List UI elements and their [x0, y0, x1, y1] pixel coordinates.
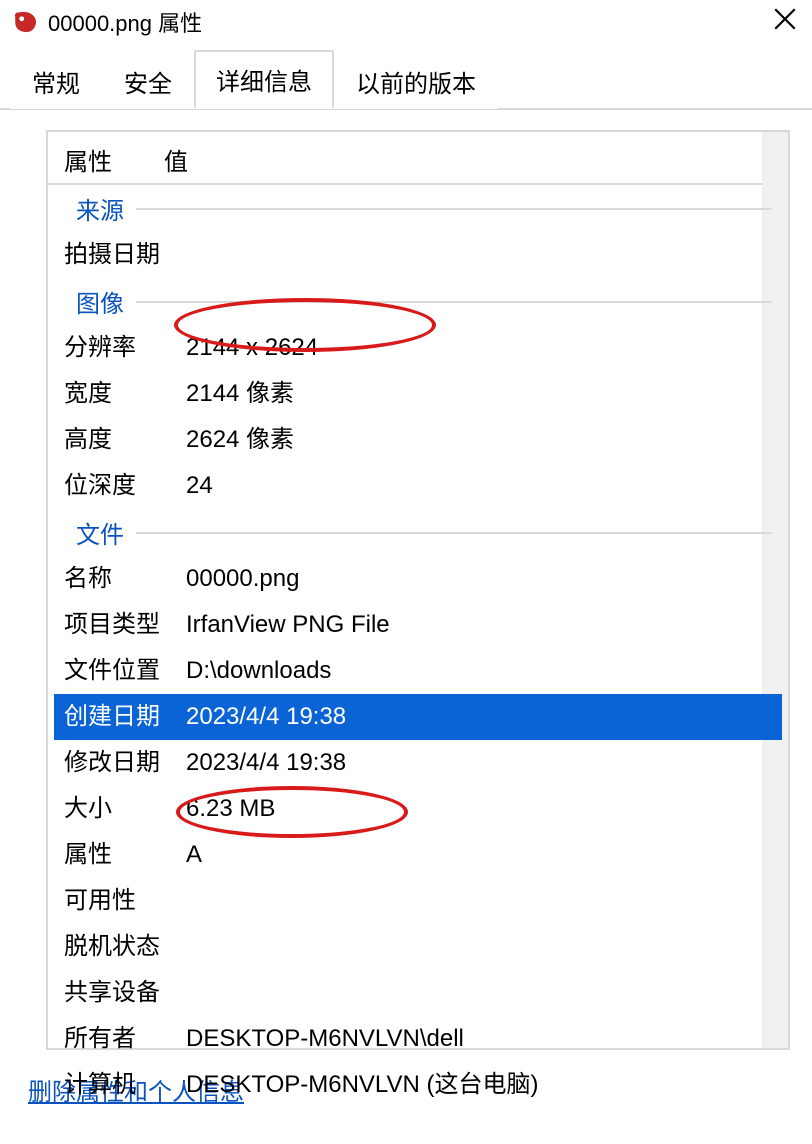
prop-label: 大小 [64, 793, 186, 825]
titlebar: 00000.png 属性 [0, 0, 812, 44]
prop-value [186, 931, 772, 963]
window-title: 00000.png 属性 [48, 6, 756, 38]
group-divider [136, 208, 772, 210]
group-divider [136, 532, 772, 534]
group-header-image: 图像 [48, 278, 788, 325]
prop-value: 2624 像素 [186, 424, 772, 456]
prop-value: 00000.png [186, 563, 772, 595]
row-date-taken[interactable]: 拍摄日期 [48, 232, 788, 278]
prop-value [186, 977, 772, 1009]
row-offline-status[interactable]: 脱机状态 [48, 924, 788, 970]
row-resolution[interactable]: 分辨率 2144 x 2624 [48, 325, 788, 371]
tab-general[interactable]: 常规 [10, 52, 102, 109]
prop-value: IrfanView PNG File [186, 609, 772, 641]
row-date-created[interactable]: 创建日期 2023/4/4 19:38 [54, 694, 782, 740]
prop-label: 位深度 [64, 470, 186, 502]
prop-value: 24 [186, 470, 772, 502]
prop-value: DESKTOP-M6NVLVN\dell [186, 1023, 772, 1055]
group-label: 文件 [76, 515, 124, 550]
row-size[interactable]: 大小 6.23 MB [48, 786, 788, 832]
prop-label: 拍摄日期 [64, 239, 186, 271]
prop-value: 6.23 MB [186, 793, 772, 825]
prop-value: A [186, 839, 772, 871]
group-header-file: 文件 [48, 509, 788, 556]
app-icon [12, 9, 38, 35]
row-height[interactable]: 高度 2624 像素 [48, 417, 788, 463]
row-folder-path[interactable]: 文件位置 D:\downloads [48, 648, 788, 694]
prop-value [186, 239, 772, 271]
prop-label: 名称 [64, 563, 186, 595]
prop-value: 2144 x 2624 [186, 332, 772, 364]
row-availability[interactable]: 可用性 [48, 878, 788, 924]
row-width[interactable]: 宽度 2144 像素 [48, 371, 788, 417]
prop-label: 项目类型 [64, 609, 186, 641]
close-icon [772, 6, 798, 32]
group-label: 图像 [76, 284, 124, 319]
prop-value [186, 885, 772, 917]
tab-strip: 常规 安全 详细信息 以前的版本 [0, 44, 812, 108]
properties-list: 来源 拍摄日期 图像 分辨率 2144 x 2624 宽度 2144 像素 高度… [48, 185, 788, 1108]
group-header-origin: 来源 [48, 185, 788, 232]
header-property[interactable]: 属性 [64, 142, 158, 177]
tab-previous-versions[interactable]: 以前的版本 [334, 52, 498, 109]
group-label: 来源 [76, 191, 124, 226]
prop-label: 可用性 [64, 885, 186, 917]
row-item-type[interactable]: 项目类型 IrfanView PNG File [48, 602, 788, 648]
column-headers: 属性 值 [48, 132, 788, 185]
prop-value: 2023/4/4 19:38 [186, 747, 772, 779]
prop-label: 创建日期 [64, 701, 186, 733]
prop-label: 高度 [64, 424, 186, 456]
tab-security[interactable]: 安全 [102, 52, 194, 109]
prop-label: 所有者 [64, 1023, 186, 1055]
tab-details[interactable]: 详细信息 [194, 50, 334, 109]
prop-label: 修改日期 [64, 747, 186, 779]
row-date-modified[interactable]: 修改日期 2023/4/4 19:38 [48, 740, 788, 786]
row-shared-with[interactable]: 共享设备 [48, 970, 788, 1016]
prop-label: 属性 [64, 839, 186, 871]
prop-label: 脱机状态 [64, 931, 186, 963]
group-divider [136, 301, 772, 303]
details-panel: 属性 值 来源 拍摄日期 图像 分辨率 2144 x 2624 宽度 2144 … [46, 130, 790, 1050]
prop-value: 2023/4/4 19:38 [186, 701, 772, 733]
close-button[interactable] [756, 6, 804, 38]
header-value[interactable]: 值 [158, 142, 772, 177]
prop-label: 共享设备 [64, 977, 186, 1009]
prop-label: 文件位置 [64, 655, 186, 687]
row-bit-depth[interactable]: 位深度 24 [48, 463, 788, 509]
prop-label: 宽度 [64, 378, 186, 410]
prop-label: 计算机 [64, 1069, 186, 1101]
row-owner[interactable]: 所有者 DESKTOP-M6NVLVN\dell [48, 1016, 788, 1062]
prop-value: DESKTOP-M6NVLVN (这台电脑) [186, 1069, 772, 1101]
prop-value: 2144 像素 [186, 378, 772, 410]
row-attributes[interactable]: 属性 A [48, 832, 788, 878]
row-computer[interactable]: 计算机 DESKTOP-M6NVLVN (这台电脑) [48, 1062, 788, 1108]
prop-value: D:\downloads [186, 655, 772, 687]
row-name[interactable]: 名称 00000.png [48, 556, 788, 602]
prop-label: 分辨率 [64, 332, 186, 364]
